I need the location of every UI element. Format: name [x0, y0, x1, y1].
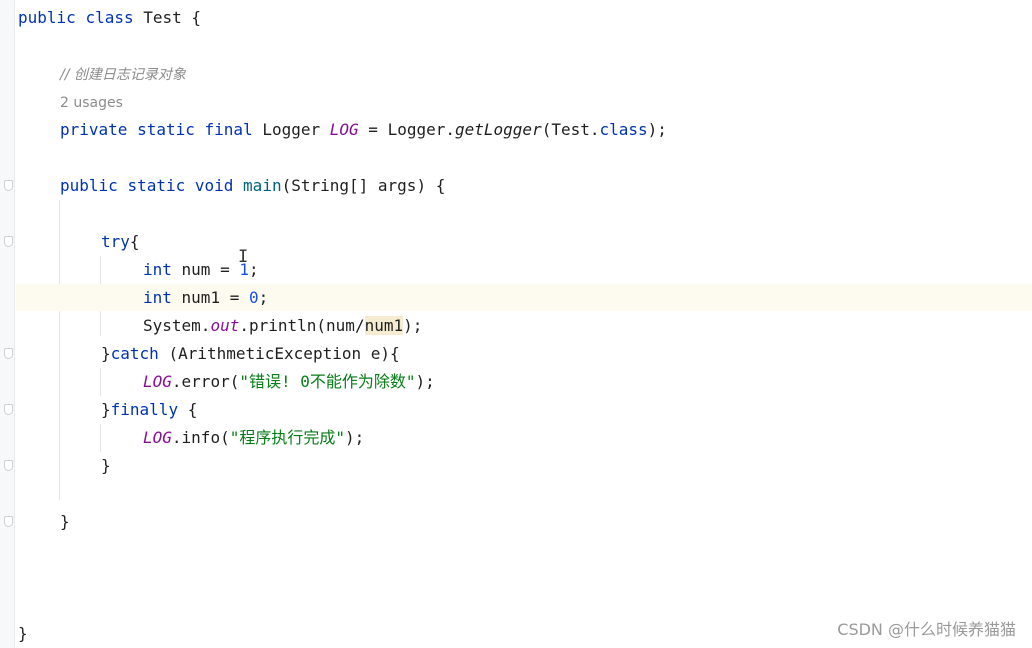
code-line-comment[interactable]: // 创建日志记录对象	[60, 60, 186, 88]
code-line-int-num1[interactable]: int num1 = 0;	[143, 284, 268, 312]
code-line-log-info[interactable]: LOG.info("程序执行完成");	[143, 424, 364, 452]
code-line-try[interactable]: try{	[101, 228, 140, 256]
usages-hint[interactable]: 2 usages	[60, 88, 123, 116]
indent-guide-main	[59, 200, 60, 500]
editor-gutter[interactable]	[0, 0, 15, 648]
code-line-class-decl[interactable]: public class Test {	[18, 4, 201, 32]
code-line-main-decl[interactable]: public static void main(String[] args) {	[60, 172, 445, 200]
code-editor[interactable]: public class Test { // 创建日志记录对象 2 usages…	[0, 0, 1032, 648]
code-line-catch[interactable]: }catch (ArithmeticException e){	[101, 340, 400, 368]
code-line-println[interactable]: System.out.println(num/num1);	[143, 312, 422, 340]
indent-guide-finally	[100, 424, 101, 452]
code-line-finally[interactable]: }finally {	[101, 396, 197, 424]
fold-main-end-icon[interactable]	[4, 516, 13, 527]
code-line-log-error[interactable]: LOG.error("错误! 0不能作为除数");	[143, 368, 435, 396]
fold-catch-icon[interactable]	[4, 348, 13, 359]
watermark: CSDN @什么时候养猫猫	[837, 620, 1016, 639]
fold-try-icon[interactable]	[4, 236, 13, 247]
mouse-ibeam-cursor-icon: I	[238, 247, 249, 267]
indent-guide-catch	[100, 368, 101, 396]
code-line-logger-field[interactable]: private static final Logger LOG = Logger…	[60, 116, 667, 144]
fold-finally-end-icon[interactable]	[4, 460, 13, 471]
fold-finally-icon[interactable]	[4, 404, 13, 415]
code-line-close-finally[interactable]: }	[101, 452, 111, 480]
code-line-close-class[interactable]: }	[18, 620, 28, 648]
fold-main-icon[interactable]	[4, 180, 13, 191]
code-line-close-main[interactable]: }	[60, 508, 70, 536]
